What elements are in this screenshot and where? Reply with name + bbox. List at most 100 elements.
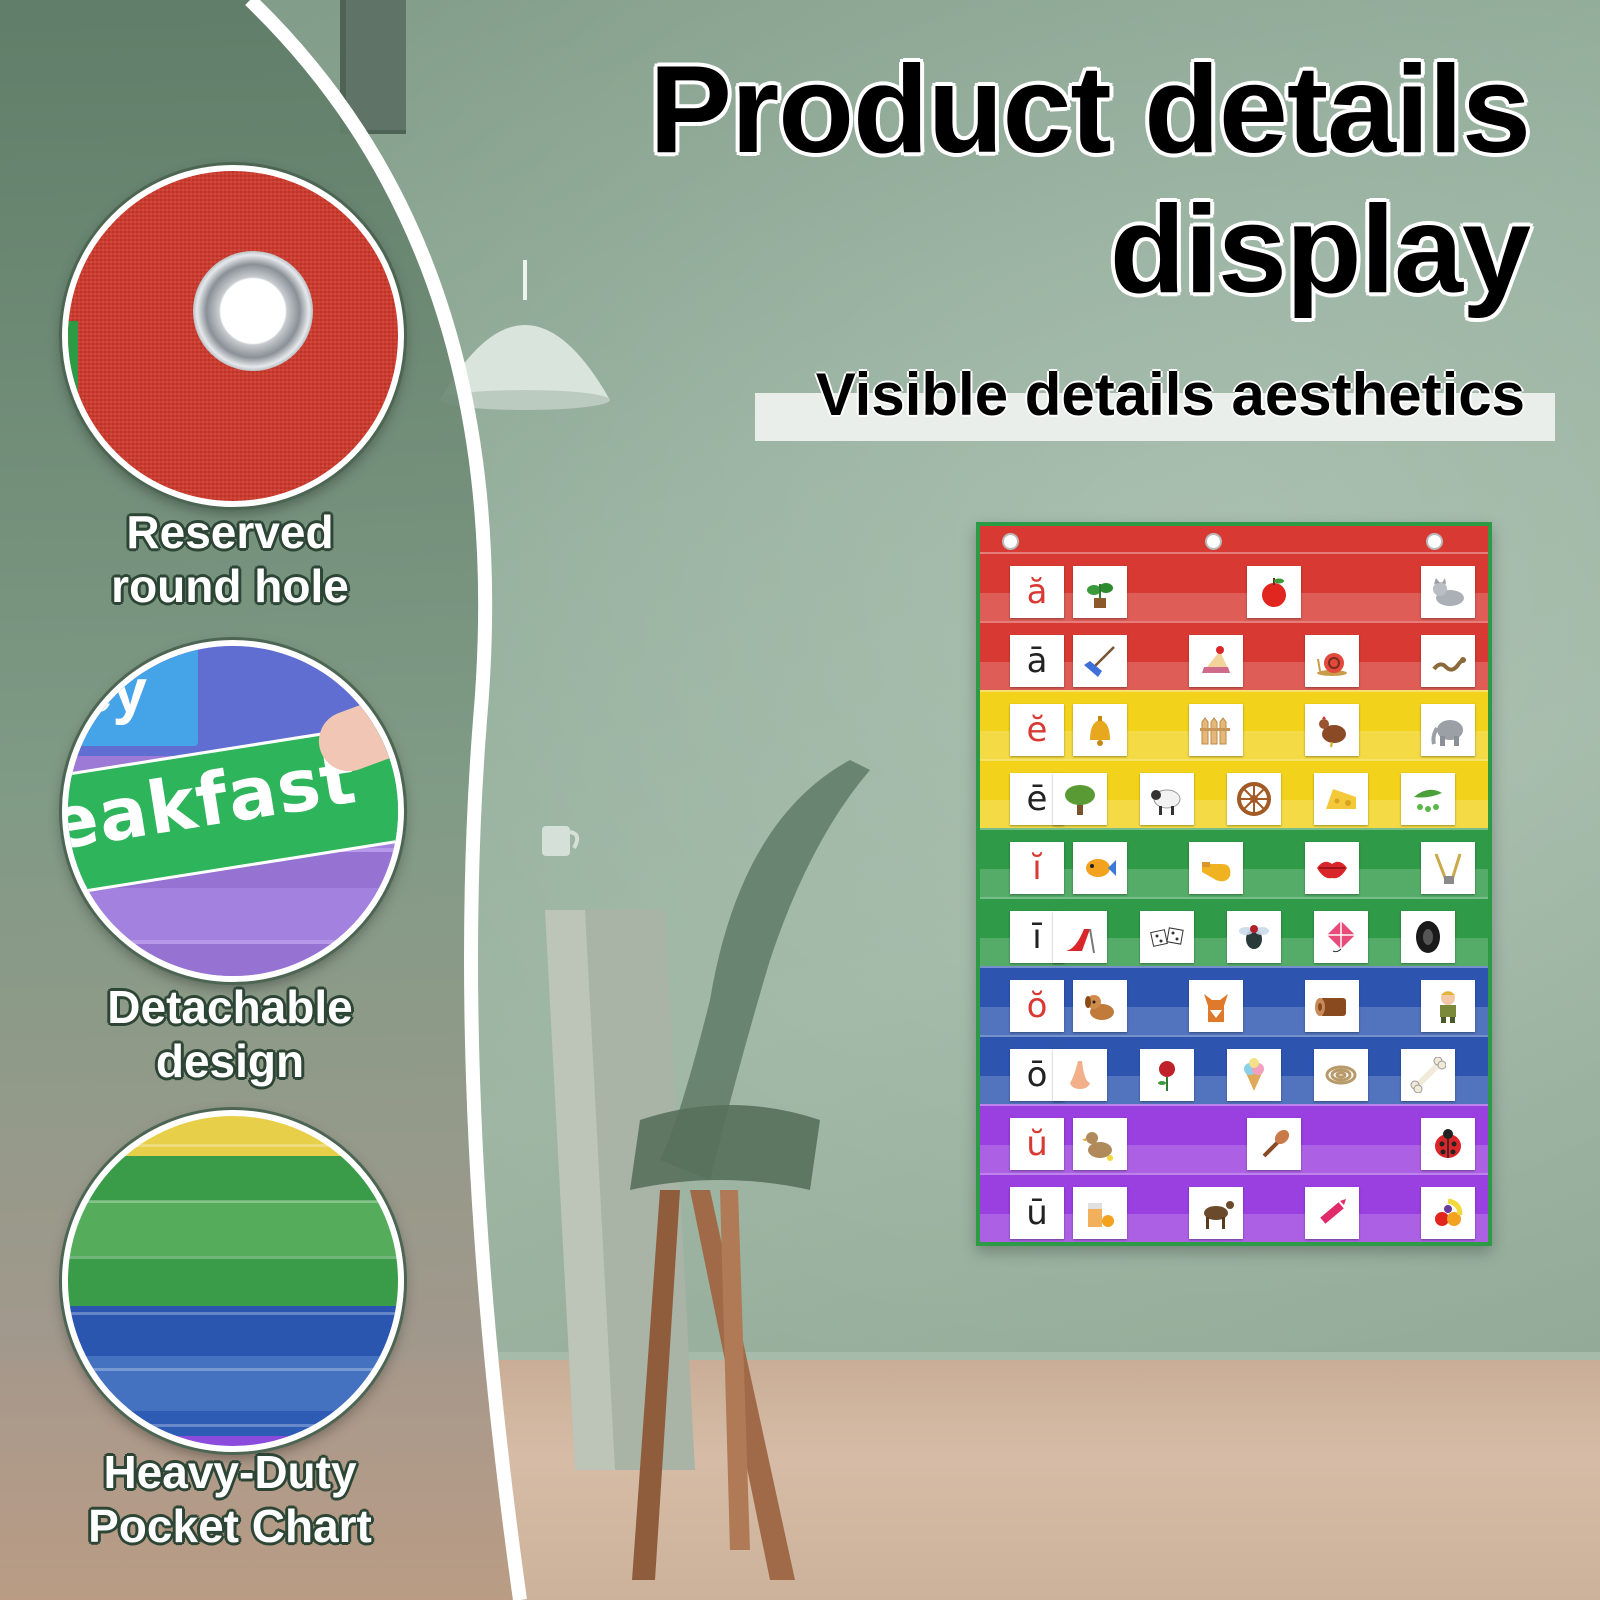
picture-card: [1140, 773, 1194, 825]
hen-icon: [1319, 716, 1346, 748]
pocket-row: ū: [980, 1173, 1488, 1242]
picture-card: [1227, 911, 1281, 963]
tire-icon: [1416, 921, 1440, 953]
picture-card: [1073, 1187, 1127, 1239]
juice-icon: [1088, 1203, 1114, 1227]
chair-icon: [630, 760, 870, 1580]
slide-icon: [1066, 928, 1095, 954]
pocket-row: ŏ: [980, 966, 1488, 1035]
pocket-seam: [980, 897, 1488, 899]
pocket-row: ī: [980, 897, 1488, 966]
pocket-row: ō: [980, 1035, 1488, 1104]
vowel-card: ŭ: [1010, 1118, 1064, 1170]
bone-icon: [1410, 1057, 1446, 1093]
picture-card: [1189, 635, 1243, 687]
fabric-edge: [68, 321, 78, 401]
apple-icon: [1262, 578, 1286, 607]
peas-icon: [1414, 789, 1442, 812]
snake-icon: [1432, 657, 1466, 672]
picture-card: [1305, 842, 1359, 894]
picture-card: [1421, 980, 1475, 1032]
pocket-seam: [980, 552, 1488, 554]
blue-card-word: ey: [78, 657, 147, 726]
cat-icon: [1433, 578, 1464, 606]
title-line: Product details: [649, 41, 1531, 179]
picture-card: [1305, 635, 1359, 687]
kite-icon: [1327, 921, 1355, 953]
boy-icon: [1440, 991, 1456, 1023]
caption-line: round hole: [111, 560, 349, 612]
picture-card: [1073, 842, 1127, 894]
title-line: display: [1109, 181, 1531, 319]
picture-card: [1227, 1049, 1281, 1101]
hanging-hole-icon: [1205, 533, 1222, 550]
duck-icon: [1082, 1132, 1113, 1161]
cheese-icon: [1326, 789, 1356, 809]
picture-card: [1314, 1049, 1368, 1101]
picture-card: [1073, 704, 1127, 756]
bell-icon: [1090, 716, 1110, 746]
pocket-row: ĭ: [980, 828, 1488, 897]
vowel-card: ĕ: [1010, 704, 1064, 756]
caption-line: Heavy-Duty: [103, 1446, 357, 1498]
detachable-card-detail-image: ey eakfast: [62, 640, 404, 982]
sheep-icon: [1151, 789, 1181, 815]
pocket-seam: [980, 1173, 1488, 1175]
vowel-card: ĭ: [1010, 842, 1064, 894]
pocket-seam: [980, 1104, 1488, 1106]
caption-line: Detachable: [107, 981, 353, 1033]
fence-icon: [1200, 717, 1230, 745]
pocket-row: ŭ: [980, 1104, 1488, 1173]
picture-card: [1189, 842, 1243, 894]
pocket-chart-body: ăāĕēĭīŏōŭū: [980, 526, 1488, 1242]
picture-card: [1073, 980, 1127, 1032]
caption-line: Reserved: [126, 506, 334, 558]
vowel-card: ŏ: [1010, 980, 1064, 1032]
wheel-icon: [1237, 782, 1271, 816]
dice-icon: [1150, 927, 1184, 947]
picture-card: [1314, 911, 1368, 963]
whistle-icon: [1202, 862, 1231, 882]
picture-card: [1189, 1187, 1243, 1239]
elephant-icon: [1431, 720, 1463, 746]
hanging-hole-icon: [1002, 533, 1019, 550]
metal-grommet-icon: [193, 251, 313, 371]
feature-caption-round-hole: Reserved round hole: [20, 505, 440, 613]
picture-card: [1247, 566, 1301, 618]
fly-icon: [1239, 925, 1269, 949]
picture-card: [1073, 635, 1127, 687]
cake-icon: [1202, 646, 1230, 673]
vowel-card: ă: [1010, 566, 1064, 618]
picture-card: [1053, 1049, 1107, 1101]
pocket-row: ā: [980, 621, 1488, 690]
page-title: Product details display: [649, 40, 1531, 320]
picture-card: [1305, 980, 1359, 1032]
vowel-card: ā: [1010, 635, 1064, 687]
pocket-row: ē: [980, 759, 1488, 828]
log-icon: [1315, 998, 1346, 1016]
pocket-chart: ăāĕēĭīŏōŭū: [976, 522, 1492, 1246]
dog-icon: [1085, 995, 1114, 1020]
brush-icon: [1262, 1129, 1290, 1158]
picture-card: [1421, 635, 1475, 687]
fish-icon: [1086, 859, 1116, 877]
snail-icon: [1317, 653, 1347, 676]
plant-icon: [1087, 583, 1113, 608]
pocket-seam: [980, 621, 1488, 623]
picture-card: [1421, 842, 1475, 894]
picture-card: [1421, 1187, 1475, 1239]
picture-card: [1305, 704, 1359, 756]
grommet-detail-image: [62, 165, 404, 507]
feature-caption-detachable: Detachable design: [20, 980, 440, 1088]
picture-card: [1073, 566, 1127, 618]
ladybug-icon: [1435, 1129, 1461, 1158]
picture-card: [1189, 704, 1243, 756]
picture-card: [1401, 1049, 1455, 1101]
picture-card: [1421, 1118, 1475, 1170]
fruit-icon: [1435, 1198, 1463, 1226]
chart-header-strip: [980, 526, 1488, 552]
picture-card: [1421, 566, 1475, 618]
picture-card: [1401, 773, 1455, 825]
pocket-seam: [980, 966, 1488, 968]
feature-panel: Reserved round hole ey eakfast Detachabl…: [0, 0, 560, 1600]
